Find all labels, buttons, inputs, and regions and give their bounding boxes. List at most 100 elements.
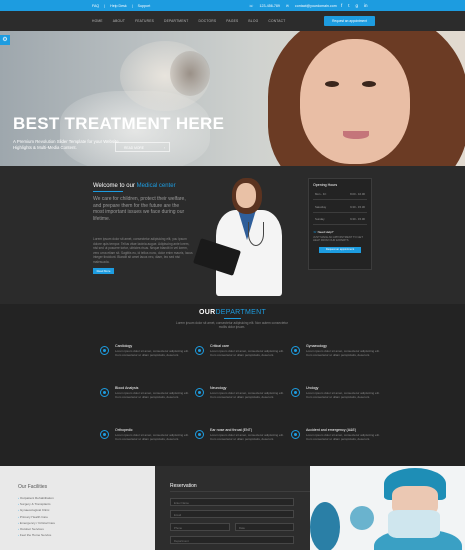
title-underline: [224, 318, 241, 319]
nav-item-contact[interactable]: CONTACT: [268, 19, 285, 23]
department-text: Lorem ipsum dolor sit amet, consectetur …: [210, 433, 284, 442]
department-name: Urology: [306, 386, 319, 390]
hero-photo: [300, 39, 410, 164]
welcome-read-more-button[interactable]: Read More: [93, 268, 114, 274]
hero-photo: [362, 81, 376, 87]
doctor-photo: [193, 178, 292, 296]
need-help-title: ☏ Need Help?: [313, 230, 367, 234]
hours-time: 8.00 - 16.00: [350, 192, 365, 196]
nav-item-pages[interactable]: PAGES: [226, 19, 238, 23]
top-links: FAQ | Help Desk | Support: [92, 4, 150, 8]
date-field[interactable]: Date: [235, 523, 294, 531]
department-section: OURDEPARTMENT Lorem ipsum dolor sit amet…: [0, 304, 465, 466]
twitter-icon[interactable]: t: [348, 3, 349, 8]
department-title: OURDEPARTMENT: [0, 309, 465, 316]
top-contact: ☏ 123-456-789 ✉ contact@yourdomain.com: [249, 4, 337, 8]
hours-row: Mon - Fri 8.00 - 16.00: [313, 192, 367, 196]
top-link-faq[interactable]: FAQ: [92, 4, 99, 8]
doctor-photo: [248, 222, 264, 246]
facility-item[interactable]: Feel the Home Service: [18, 532, 55, 538]
department-name: Gynaecology: [306, 344, 327, 348]
surgeon-photo: [310, 502, 340, 550]
hours-row: Sunday 9.30 - 15.00: [313, 217, 367, 221]
gynaecology-icon: [291, 346, 300, 355]
hours-appointment-button[interactable]: Request an appointment: [319, 246, 361, 253]
welcome-lead: We care for children, protect their welf…: [93, 196, 186, 222]
department-name: Blood Analysis: [115, 386, 139, 390]
hero-slider: ⚙ BEST TREATMENT HERE A Premium Revoluti…: [0, 31, 465, 166]
phone-field[interactable]: Phone: [170, 523, 230, 531]
department-text: Lorem ipsum dolor sit amet, consectetur …: [115, 391, 189, 400]
department-title-b: DEPARTMENT: [215, 309, 267, 316]
top-divider: |: [104, 3, 106, 8]
chevron-right-icon: ›: [163, 146, 165, 150]
brain-icon: [195, 388, 204, 397]
divider: [313, 199, 367, 200]
top-link-helpdesk[interactable]: Help Desk: [110, 4, 127, 8]
need-help-text: JUST MAKE AN APPOINTMENT TO GET HELP FRO…: [313, 235, 363, 243]
department-name: Neurology: [210, 386, 227, 390]
ambulance-icon: [291, 430, 300, 439]
opening-hours-title: Opening Hours: [313, 183, 338, 187]
email-address[interactable]: contact@yourdomain.com: [295, 4, 337, 8]
hours-row: Saturday 9.30 - 15.30: [313, 205, 367, 209]
welcome-body: Lorem ipsum dolor sit amet, consectetur …: [93, 237, 193, 264]
department-text: Lorem ipsum dolor sit amet, consectetur …: [210, 391, 284, 400]
surgeon-photo: [388, 510, 440, 538]
welcome-title-accent: Medical center: [136, 183, 176, 189]
reservation-title: Reservation: [170, 483, 197, 489]
nav-item-features[interactable]: FEATURES: [135, 19, 154, 23]
top-divider: |: [131, 3, 133, 8]
doctor-photo: [236, 183, 256, 208]
hero-background: [170, 51, 210, 96]
department-name: Critical care: [210, 344, 229, 348]
nav-item-department[interactable]: DEPARTMENT: [164, 19, 188, 23]
department-select[interactable]: Department: [170, 536, 294, 544]
hours-day: Sunday: [315, 217, 325, 221]
divider: [170, 491, 310, 492]
google-icon[interactable]: g: [356, 3, 359, 8]
ear-icon: [195, 430, 204, 439]
department-title-a: OUR: [198, 309, 216, 316]
linkedin-icon[interactable]: in: [364, 3, 368, 8]
surgeon-photo: [310, 466, 465, 550]
read-more-label: READ MORE: [124, 146, 144, 150]
welcome-title-prefix: Welcome to our: [93, 183, 135, 189]
gear-icon[interactable]: ⚙: [0, 35, 10, 45]
hours-day: Mon - Fri: [315, 192, 327, 196]
reservation-section: Reservation Enter Name Email Phone Date …: [155, 466, 310, 550]
surgeon-photo: [350, 506, 374, 530]
nav-item-doctors[interactable]: DOCTORS: [198, 19, 216, 23]
top-link-support[interactable]: Support: [138, 4, 151, 8]
divider: [313, 224, 367, 225]
read-more-button[interactable]: READ MORE ›: [115, 142, 170, 152]
department-text: Lorem ipsum dolor sit amet, consectetur …: [115, 433, 189, 442]
welcome-title: Welcome to our Medical center: [93, 183, 176, 189]
nav-item-blog[interactable]: BLOG: [248, 19, 258, 23]
nav-item-home[interactable]: HOME: [92, 19, 103, 23]
hero-subtitle: A Premium Revolution Slider Template for…: [13, 139, 119, 150]
phone-icon: ☏: [313, 229, 317, 234]
facebook-icon[interactable]: f: [341, 3, 342, 8]
facilities-list: Outpatient Rehabilitation Surgery & Tran…: [18, 495, 55, 538]
email-field[interactable]: Email: [170, 510, 294, 518]
nav-item-about[interactable]: ABOUT: [113, 19, 125, 23]
heart-icon: [100, 346, 109, 355]
name-field[interactable]: Enter Name: [170, 498, 294, 506]
hours-time: 9.30 - 15.00: [350, 217, 365, 221]
top-bar: FAQ | Help Desk | Support ☏ 123-456-789 …: [0, 0, 465, 11]
department-name: Cardiology: [115, 344, 133, 348]
opening-hours-box: Opening Hours Mon - Fri 8.00 - 16.00 Sat…: [308, 178, 372, 270]
need-help-label: Need Help?: [317, 229, 334, 234]
hero-photo: [343, 131, 369, 139]
department-intro: Lorem ipsum dolor sit amet, consectetur …: [175, 321, 289, 330]
department-text: Lorem ipsum dolor sit amet, consectetur …: [210, 349, 284, 358]
hero-photo: [325, 81, 339, 87]
bone-icon: [100, 430, 109, 439]
request-appointment-button[interactable]: Request an appointment: [324, 16, 375, 26]
department-text: Lorem ipsum dolor sit amet, consectetur …: [115, 349, 189, 358]
department-text: Lorem ipsum dolor sit amet, consectetur …: [306, 349, 380, 358]
facilities-title: Our Facilities: [18, 484, 48, 490]
hero-title: BEST TREATMENT HERE: [13, 114, 225, 133]
divider: [313, 211, 367, 212]
